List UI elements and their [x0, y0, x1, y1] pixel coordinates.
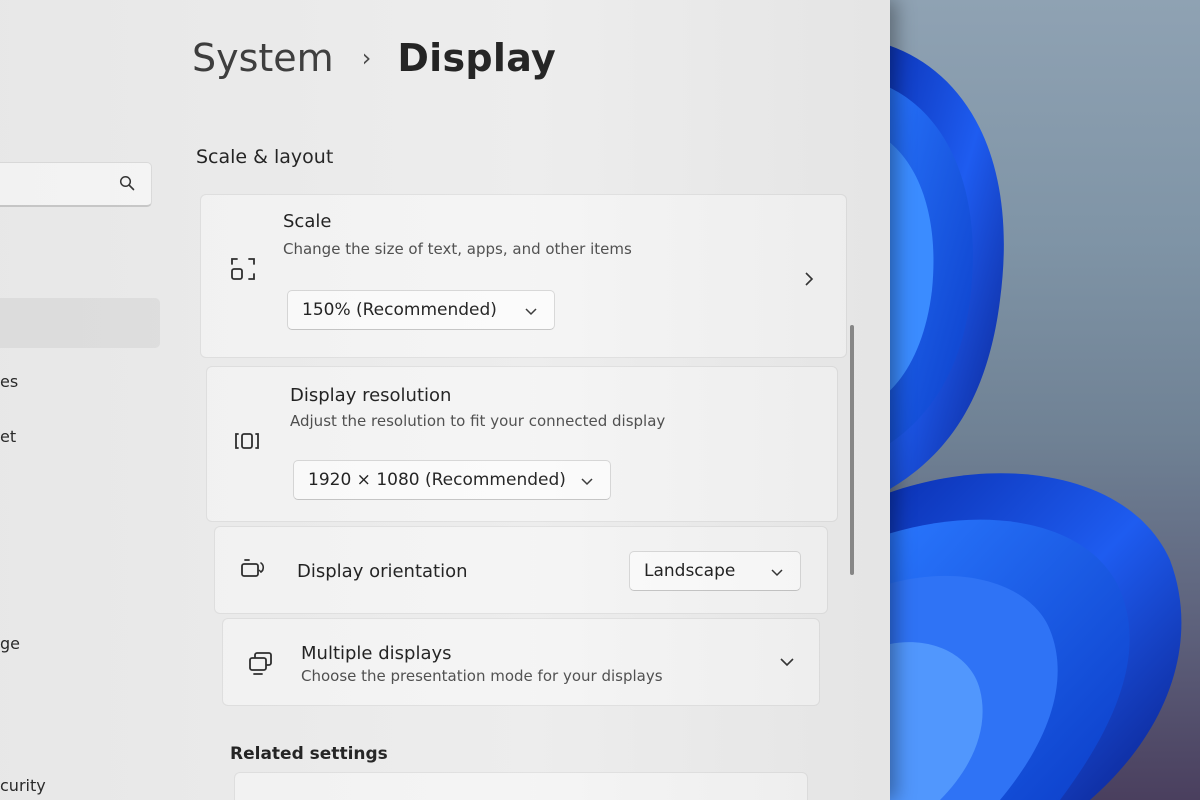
orientation-dropdown-value: Landscape: [644, 561, 736, 581]
orientation-title: Display orientation: [297, 561, 468, 582]
chevron-down-icon[interactable]: [779, 654, 795, 670]
scrollbar-thumb[interactable]: [850, 325, 854, 575]
scale-description: Change the size of text, apps, and other…: [283, 240, 632, 258]
sidebar-item-fragment[interactable]: ge: [0, 634, 20, 653]
orientation-icon: [241, 559, 265, 577]
settings-window: es et ge curity System › Display Scale &…: [0, 0, 890, 800]
resolution-description: Adjust the resolution to fit your connec…: [290, 412, 666, 430]
orientation-dropdown[interactable]: Landscape: [629, 551, 801, 591]
orientation-card: Display orientation Landscape: [214, 526, 828, 614]
related-settings-card[interactable]: [234, 772, 808, 800]
chevron-right-icon[interactable]: [801, 271, 817, 287]
wallpaper-bloom: [870, 40, 1182, 800]
resolution-card: Display resolution Adjust the resolution…: [206, 366, 838, 522]
breadcrumb-separator-icon: ›: [361, 44, 372, 72]
scale-title: Scale: [283, 211, 332, 232]
sidebar-item-fragment[interactable]: curity: [0, 776, 46, 795]
resolution-icon: [235, 433, 259, 449]
sidebar-item-fragment[interactable]: et: [0, 427, 16, 446]
resolution-dropdown[interactable]: 1920 × 1080 (Recommended): [293, 460, 611, 500]
section-title-scale-layout: Scale & layout: [196, 146, 334, 168]
scale-dropdown-value: 150% (Recommended): [302, 300, 497, 320]
chevron-down-icon: [771, 569, 783, 577]
desktop-wallpaper: [870, 0, 1200, 800]
page-title: Display: [397, 36, 557, 80]
multiple-displays-title: Multiple displays: [301, 643, 452, 664]
resolution-dropdown-value: 1920 × 1080 (Recommended): [308, 470, 566, 490]
chevron-down-icon: [525, 308, 537, 316]
breadcrumb: System › Display: [192, 36, 556, 80]
chevron-down-icon: [581, 478, 593, 486]
search-input[interactable]: [0, 162, 152, 207]
sidebar-item-fragment[interactable]: es: [0, 372, 18, 391]
multiple-displays-description: Choose the presentation mode for your di…: [301, 667, 663, 685]
search-icon[interactable]: [119, 175, 135, 191]
scale-card[interactable]: Scale Change the size of text, apps, and…: [200, 194, 847, 358]
sidebar-item-system-selected[interactable]: [0, 298, 160, 348]
scale-icon: [231, 258, 255, 280]
resolution-title: Display resolution: [290, 385, 452, 406]
multiple-displays-card[interactable]: Multiple displays Choose the presentatio…: [222, 618, 820, 706]
breadcrumb-parent-link[interactable]: System: [192, 36, 334, 80]
multiple-displays-icon: [249, 652, 272, 675]
section-title-related-settings: Related settings: [230, 744, 388, 764]
scale-dropdown[interactable]: 150% (Recommended): [287, 290, 555, 330]
